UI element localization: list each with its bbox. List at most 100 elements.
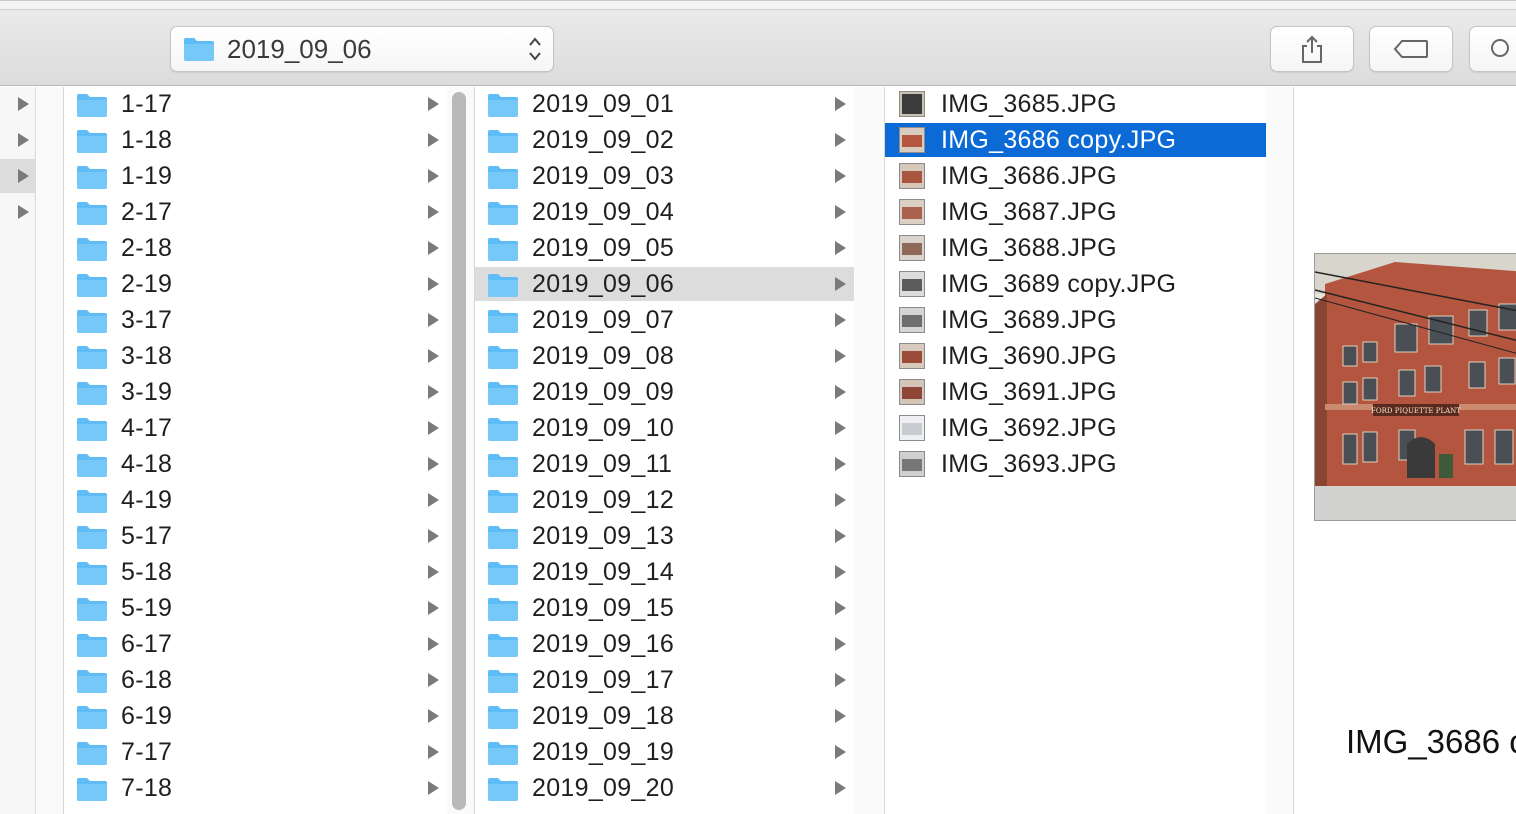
disclosure-arrow-icon [18,205,29,219]
folder-name: 3-17 [121,306,173,334]
month-folder-list-item[interactable]: 4-17 [64,411,447,445]
date-folder-list-item[interactable]: 2019_09_15 [475,591,854,625]
file-name: IMG_3686.JPG [941,162,1117,190]
disclosure-arrow-icon [835,385,846,399]
chevron-updown-icon [529,37,541,61]
date-folder-list-item[interactable]: 2019_09_10 [475,411,854,445]
disclosure-arrow-icon [428,205,439,219]
file-list-item-selected[interactable]: IMG_3686 copy.JPG [885,123,1266,157]
image-thumbnail-icon [899,379,925,405]
month-folder-list-item[interactable]: 5-17 [64,519,447,553]
file-list-item[interactable]: IMG_3692.JPG [885,411,1266,445]
column-divider[interactable] [1266,87,1293,814]
disclosure-arrow-icon [428,421,439,435]
date-folder-list-item[interactable]: 2019_09_04 [475,195,854,229]
folder-name: 2019_09_16 [532,630,675,658]
list-item-selected[interactable] [0,159,35,193]
date-folder-list-item[interactable]: 2019_09_05 [475,231,854,265]
folder-icon [77,130,107,153]
tag-button[interactable] [1369,26,1453,72]
date-folder-list-item[interactable]: 2019_09_08 [475,339,854,373]
column-divider[interactable] [854,87,884,814]
folder-icon [488,238,518,261]
month-folder-list-item[interactable]: 6-19 [64,699,447,733]
disclosure-arrow-icon [428,349,439,363]
date-folder-list-item[interactable]: 2019_09_03 [475,159,854,193]
disclosure-arrow-icon [18,169,29,183]
disclosure-arrow-icon [835,457,846,471]
date-folder-list-item[interactable]: 2019_09_19 [475,735,854,769]
file-list-item[interactable]: IMG_3686.JPG [885,159,1266,193]
month-folder-list-item[interactable]: 3-19 [64,375,447,409]
disclosure-arrow-icon [835,493,846,507]
folder-name: 2019_09_05 [532,234,675,262]
folder-name: 2019_09_01 [532,90,675,118]
date-folder-list-item[interactable]: 2019_09_12 [475,483,854,517]
date-folder-list-item[interactable]: 2019_09_13 [475,519,854,553]
file-list-item[interactable]: IMG_3687.JPG [885,195,1266,229]
file-list-item[interactable]: IMG_3688.JPG [885,231,1266,265]
folder-name: 2019_09_12 [532,486,675,514]
image-thumbnail-icon [899,415,925,441]
folder-name: 2019_09_03 [532,162,675,190]
folder-name: 2-19 [121,270,173,298]
month-folder-list-item[interactable]: 6-17 [64,627,447,661]
month-folder-list-item[interactable]: 5-19 [64,591,447,625]
share-button[interactable] [1270,26,1354,72]
folder-name: 1-18 [121,126,173,154]
file-list-item[interactable]: IMG_3693.JPG [885,447,1266,481]
date-folder-list-item[interactable]: 2019_09_01 [475,87,854,121]
date-folder-list-item[interactable]: 2019_09_06 [475,267,854,301]
file-name: IMG_3687.JPG [941,198,1117,226]
date-folder-list-item[interactable]: 2019_09_16 [475,627,854,661]
date-folder-list-item[interactable]: 2019_09_09 [475,375,854,409]
column-dates: 2019_09_01 2019_09_02 2019_09_03 2019_09_04… [474,87,854,814]
date-folder-list-item[interactable]: 2019_09_18 [475,699,854,733]
date-folder-list-item[interactable]: 2019_09_17 [475,663,854,697]
date-folder-list-item[interactable]: 2019_09_11 [475,447,854,481]
date-folder-list-item[interactable]: 2019_09_07 [475,303,854,337]
month-folder-list-item[interactable]: 4-18 [64,447,447,481]
disclosure-arrow-icon [835,565,846,579]
disclosure-arrow-icon [428,709,439,723]
column-months: 1-17 1-18 1-19 2-17 2-18 2-19 3-17 3-18 3-19 4-17… [63,87,447,814]
file-list-item[interactable]: IMG_3689.JPG [885,303,1266,337]
month-folder-list-item[interactable]: 3-17 [64,303,447,337]
folder-name: 4-19 [121,486,173,514]
list-item[interactable] [0,87,35,121]
path-popup-button[interactable]: 2019_09_06 [170,26,554,72]
file-list-item[interactable]: IMG_3685.JPG [885,87,1266,121]
file-list-item[interactable]: IMG_3689 copy.JPG [885,267,1266,301]
file-list-item[interactable]: IMG_3691.JPG [885,375,1266,409]
disclosure-arrow-icon [428,529,439,543]
month-folder-list-item[interactable]: 4-19 [64,483,447,517]
month-folder-list-item[interactable]: 7-18 [64,771,447,805]
list-item[interactable] [0,195,35,229]
file-list-item[interactable]: IMG_3690.JPG [885,339,1266,373]
folder-icon [488,526,518,549]
month-folder-list-item[interactable]: 1-19 [64,159,447,193]
folder-icon [488,454,518,477]
month-folder-list-item[interactable]: 6-18 [64,663,447,697]
disclosure-arrow-icon [835,97,846,111]
month-folder-list-item[interactable]: 1-17 [64,87,447,121]
scrollbar-thumb[interactable] [452,92,466,810]
disclosure-arrow-icon [428,457,439,471]
date-folder-list-item[interactable]: 2019_09_20 [475,771,854,805]
image-thumbnail-icon [899,271,925,297]
list-item[interactable] [0,123,35,157]
building-photo: FORD PIQUETTE PLANT [1315,254,1516,520]
date-folder-list-item[interactable]: 2019_09_14 [475,555,854,589]
month-folder-list-item[interactable]: 2-17 [64,195,447,229]
preview-pane: FORD PIQUETTE PLANT IMG_3686 c [1293,87,1516,814]
month-folder-list-item[interactable]: 5-18 [64,555,447,589]
disclosure-arrow-icon [835,781,846,795]
search-button[interactable] [1469,26,1516,72]
month-folder-list-item[interactable]: 2-19 [64,267,447,301]
month-folder-list-item[interactable]: 7-17 [64,735,447,769]
month-folder-list-item[interactable]: 1-18 [64,123,447,157]
month-folder-list-item[interactable]: 3-18 [64,339,447,373]
column-divider[interactable] [37,87,63,814]
date-folder-list-item[interactable]: 2019_09_02 [475,123,854,157]
month-folder-list-item[interactable]: 2-18 [64,231,447,265]
